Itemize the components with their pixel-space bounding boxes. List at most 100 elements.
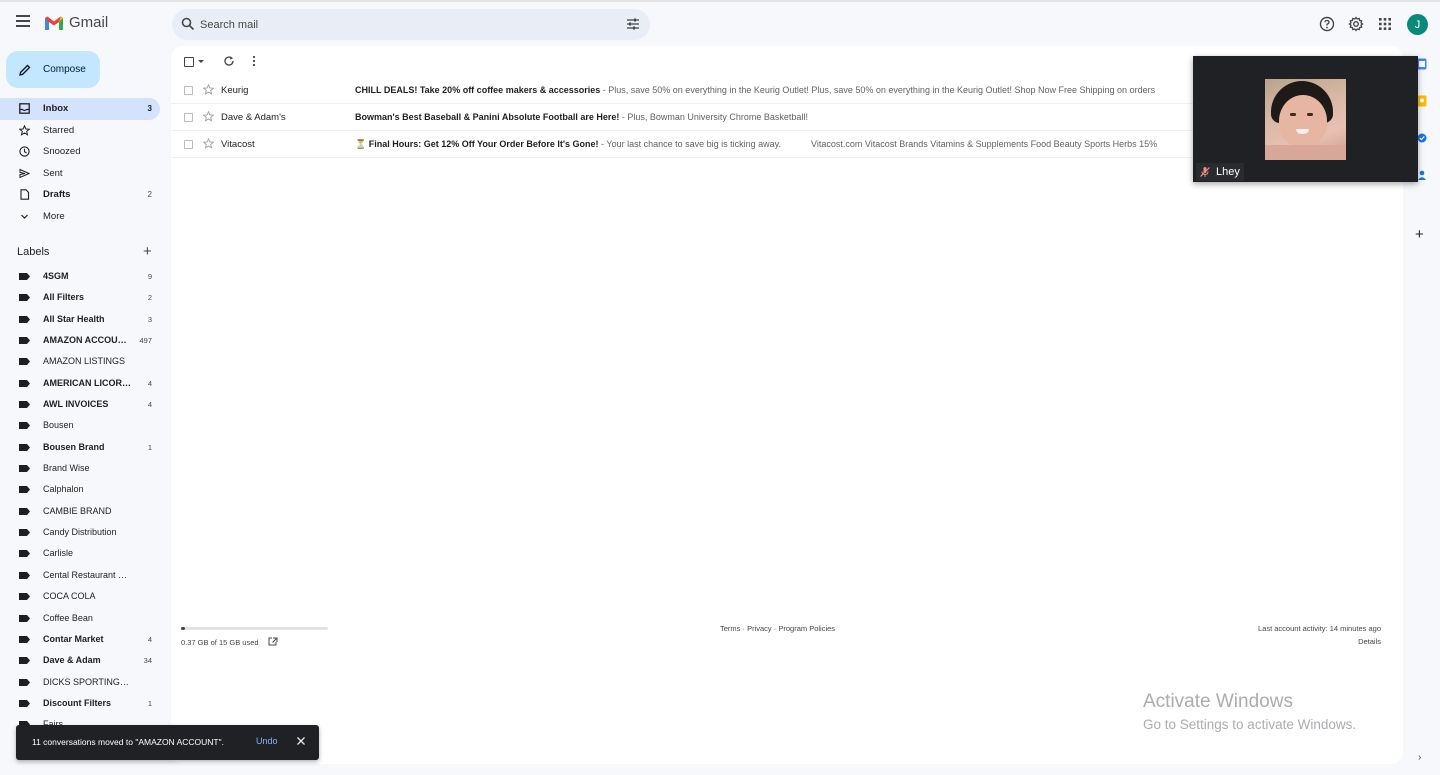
sidebar-item-label: Sent [43, 167, 63, 179]
storage-usage-bar [181, 627, 328, 630]
sidebar-label-name: Brand Wise [43, 463, 90, 474]
window-top-border [0, 0, 1440, 2]
sidebar-label-item[interactable]: Candy Distribution [0, 522, 160, 543]
sidebar-label-item[interactable]: 4SGM 9 [0, 266, 160, 287]
calendar-icon[interactable] [1417, 58, 1427, 70]
sidebar-label-count: 4 [147, 378, 152, 388]
sidebar-label-item[interactable]: All Star Health 3 [0, 309, 160, 330]
open-storage-external-icon[interactable] [268, 637, 278, 646]
star-icon[interactable] [203, 111, 214, 122]
chevron-down-icon [21, 214, 28, 219]
sidebar-label-name: AMERICAN LICORI… [43, 377, 131, 388]
sidebar-label-name: COCA COLA [43, 591, 96, 602]
search-input[interactable] [200, 9, 600, 40]
settings-gear-icon[interactable] [1348, 16, 1364, 32]
email-select-checkbox[interactable] [184, 113, 193, 122]
account-avatar[interactable]: J [1407, 14, 1428, 35]
email-sender: Vitacost [221, 139, 255, 150]
email-subject: ⏳ Final Hours: Get 12% Off Your Order Be… [355, 139, 599, 149]
label-tag-icon [19, 465, 30, 473]
sidebar-label-item[interactable]: Coffee Bean [0, 608, 160, 629]
select-all-checkbox[interactable] [184, 57, 194, 67]
keep-icon[interactable] [1417, 95, 1427, 107]
main-menu-icon[interactable] [16, 15, 30, 29]
sidebar-label-item[interactable]: Bousen [0, 415, 160, 436]
label-list: 4SGM 9 All Filters 2 All Star Health 3 AMAZON … [0, 266, 160, 757]
activity-details-link[interactable]: Details [1358, 637, 1381, 646]
help-icon[interactable] [1319, 16, 1335, 32]
pencil-icon [19, 64, 31, 76]
search-options-icon[interactable] [626, 17, 640, 31]
clock-icon [19, 146, 30, 157]
sidebar-label-item[interactable]: Brand Wise [0, 458, 160, 479]
sidebar-item-label: Drafts [43, 189, 71, 200]
program-policies-link[interactable]: Program Policies [778, 624, 835, 633]
label-tag-icon [19, 315, 30, 323]
terms-link[interactable]: Terms [720, 624, 740, 633]
sidebar-item-inbox[interactable]: Inbox 3 [0, 98, 160, 120]
email-preview: ⏳ Final Hours: Get 12% Off Your Order Be… [355, 139, 1195, 150]
select-options-caret-icon[interactable] [198, 60, 204, 63]
sidebar-label-item[interactable]: AMAZON ACCOU… 497 [0, 330, 160, 351]
email-select-checkbox[interactable] [184, 140, 193, 149]
sidebar-label-item[interactable]: Cental Restaurant Quot… [0, 565, 160, 586]
sidebar-item-snoozed[interactable]: Snoozed [0, 141, 160, 163]
star-icon[interactable] [203, 138, 214, 149]
sidebar-label-item[interactable]: Calphalon [0, 479, 160, 500]
tasks-icon[interactable] [1417, 132, 1427, 144]
contacts-icon[interactable] [1417, 169, 1427, 181]
sidebar-label-item[interactable]: CAMBIE BRAND [0, 501, 160, 522]
show-side-panel-chevron-icon[interactable]: › [1418, 752, 1421, 763]
sidebar-item-more[interactable]: More [0, 206, 160, 228]
sidebar-label-name: Coffee Bean [43, 612, 93, 623]
labels-heading: Labels [17, 246, 50, 258]
sidebar-label-item[interactable]: Dave & Adam 34 [0, 650, 160, 671]
email-snippet: - Plus, save 50% on everything in the Ke… [600, 85, 1156, 95]
sidebar-label-item[interactable]: Contar Market 4 [0, 629, 160, 650]
app-name: Gmail [69, 14, 109, 31]
create-label-plus-icon[interactable]: + [143, 244, 152, 259]
label-tag-icon [19, 529, 30, 537]
undo-button[interactable]: Undo [256, 736, 278, 746]
sidebar-item-label: Inbox [43, 103, 69, 114]
sidebar-label-item[interactable]: AMAZON LISTINGS [0, 351, 160, 372]
sidebar-label-item[interactable]: All Filters 2 [0, 287, 160, 308]
sidebar-item-label: More [43, 210, 65, 222]
compose-button[interactable]: Compose [6, 51, 100, 88]
sidebar-item-sent[interactable]: Sent [0, 163, 160, 185]
label-tag-icon [19, 614, 30, 622]
sidebar-label-name: 4SGM [43, 271, 69, 281]
sidebar-item-starred[interactable]: Starred [0, 120, 160, 142]
sidebar-item-drafts[interactable]: Drafts 2 [0, 184, 160, 206]
email-preview: CHILL DEALS! Take 20% off coffee makers … [355, 85, 1195, 95]
apps-grid-icon[interactable] [1377, 16, 1393, 32]
sidebar-label-name: Candy Distribution [43, 527, 117, 538]
sidebar-label-name: CAMBIE BRAND [43, 505, 112, 516]
participant-name-tag: Lhey [1196, 163, 1244, 181]
search-bar[interactable] [172, 9, 650, 40]
more-options-icon[interactable] [251, 55, 257, 67]
sidebar-label-name: All Filters [43, 292, 85, 303]
sidebar-label-item[interactable]: Carlisle [0, 543, 160, 564]
sidebar-nav: Inbox 3 Starred Snoozed Sent Drafts 2 Mo… [0, 98, 160, 227]
email-select-checkbox[interactable] [184, 86, 193, 95]
video-call-tile[interactable]: Lhey [1193, 56, 1418, 182]
sidebar-label-item[interactable]: Discount Filters 1 [0, 693, 160, 714]
sidebar-label-count: 497 [139, 336, 152, 346]
close-icon[interactable] [296, 736, 306, 746]
privacy-link[interactable]: Privacy [747, 624, 772, 633]
compose-label: Compose [43, 64, 86, 75]
gmail-logo[interactable]: Gmail [44, 14, 108, 31]
refresh-icon[interactable] [223, 55, 235, 67]
participant-video-thumbnail [1265, 79, 1346, 160]
sidebar-label-item[interactable]: AMERICAN LICORI… 4 [0, 373, 160, 394]
star-icon[interactable] [203, 84, 214, 95]
snackbar-notification: 11 conversations moved to "AMAZON ACCOUN… [16, 725, 319, 760]
search-icon[interactable] [181, 17, 195, 31]
get-addons-plus-icon[interactable]: + [1415, 227, 1424, 242]
mic-off-icon [1200, 167, 1210, 177]
sidebar-label-item[interactable]: Bousen Brand 1 [0, 437, 160, 458]
sidebar-label-item[interactable]: COCA COLA [0, 586, 160, 607]
sidebar-label-item[interactable]: AWL INVOICES 4 [0, 394, 160, 415]
sidebar-label-item[interactable]: DICKS SPORTING GOODS [0, 672, 160, 693]
